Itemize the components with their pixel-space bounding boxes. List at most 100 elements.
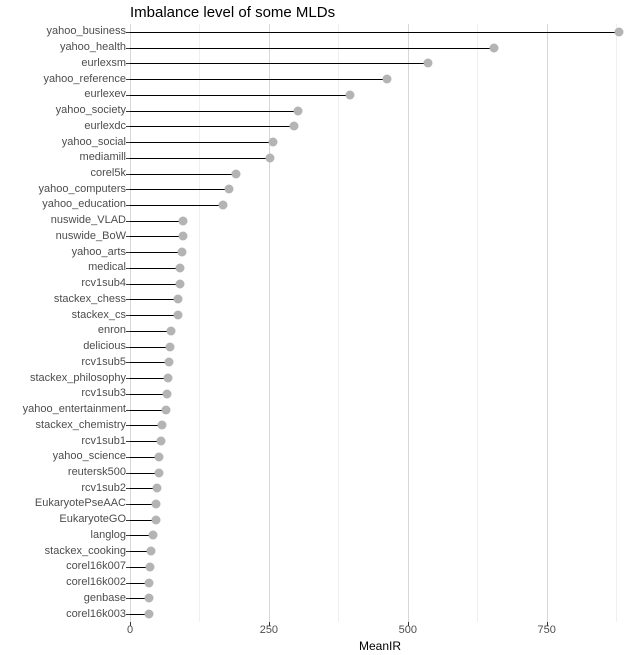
lollipop-dot	[144, 594, 153, 603]
y-tick-label: nuswide_BoW	[6, 231, 126, 242]
y-tick-mark	[126, 111, 130, 112]
y-tick-label: yahoo_entertainment	[6, 404, 126, 415]
lollipop-stem	[130, 221, 183, 222]
lollipop-dot	[151, 499, 160, 508]
lollipop-stem	[130, 95, 350, 96]
y-tick-mark	[126, 488, 130, 489]
y-tick-mark	[126, 598, 130, 599]
y-tick-mark	[126, 48, 130, 49]
lollipop-stem	[130, 126, 294, 127]
y-tick-label: stackex_philosophy	[6, 373, 126, 384]
lollipop-dot	[424, 59, 433, 68]
y-tick-mark	[126, 551, 130, 552]
y-tick-mark	[126, 535, 130, 536]
gridline	[547, 24, 548, 622]
y-tick-mark	[126, 583, 130, 584]
y-tick-mark	[126, 347, 130, 348]
y-tick-label: stackex_chemistry	[6, 420, 126, 431]
lollipop-dot	[176, 263, 185, 272]
y-tick-mark	[126, 158, 130, 159]
lollipop-stem	[130, 394, 167, 395]
y-tick-label: corel16k003	[6, 609, 126, 620]
y-tick-label: corel5k	[6, 168, 126, 179]
y-tick-mark	[126, 142, 130, 143]
lollipop-dot	[146, 562, 155, 571]
y-tick-label: stackex_chess	[6, 294, 126, 305]
lollipop-dot	[152, 484, 161, 493]
y-tick-label: yahoo_education	[6, 199, 126, 210]
lollipop-stem	[130, 63, 428, 64]
lollipop-stem	[130, 347, 170, 348]
lollipop-dot	[149, 531, 158, 540]
chart-title: Imbalance level of some MLDs	[130, 4, 335, 21]
lollipop-stem	[130, 236, 183, 237]
y-tick-label: rcv1sub3	[6, 388, 126, 399]
lollipop-dot	[147, 547, 156, 556]
lollipop-dot	[144, 610, 153, 619]
lollipop-stem	[130, 315, 178, 316]
y-tick-mark	[126, 315, 130, 316]
y-tick-label: delicious	[6, 341, 126, 352]
x-tick-mark	[130, 622, 131, 626]
y-tick-mark	[126, 378, 130, 379]
lollipop-dot	[154, 468, 163, 477]
y-tick-mark	[126, 284, 130, 285]
lollipop-stem	[130, 252, 182, 253]
y-tick-mark	[126, 174, 130, 175]
y-tick-label: nuswide_VLAD	[6, 215, 126, 226]
y-tick-mark	[126, 299, 130, 300]
y-tick-mark	[126, 205, 130, 206]
gridline	[269, 24, 270, 622]
lollipop-stem	[130, 174, 236, 175]
plot-area	[130, 24, 630, 622]
y-tick-mark	[126, 457, 130, 458]
lollipop-dot	[231, 169, 240, 178]
y-tick-label: reutersk500	[6, 467, 126, 478]
lollipop-dot	[173, 295, 182, 304]
y-tick-label: genbase	[6, 593, 126, 604]
y-tick-mark	[126, 410, 130, 411]
y-tick-label: corel16k007	[6, 561, 126, 572]
y-tick-label: yahoo_computers	[6, 184, 126, 195]
lollipop-stem	[130, 111, 298, 112]
y-tick-mark	[126, 441, 130, 442]
y-tick-mark	[126, 32, 130, 33]
y-tick-label: EukaryoteGO	[6, 514, 126, 525]
lollipop-dot	[158, 421, 167, 430]
lollipop-dot	[166, 342, 175, 351]
lollipop-dot	[154, 452, 163, 461]
y-tick-mark	[126, 189, 130, 190]
y-tick-label: corel16k002	[6, 577, 126, 588]
lollipop-stem	[130, 378, 168, 379]
lollipop-dot	[489, 43, 498, 52]
lollipop-stem	[130, 79, 387, 80]
y-tick-label: yahoo_science	[6, 451, 126, 462]
lollipop-dot	[156, 437, 165, 446]
y-tick-label: yahoo_arts	[6, 247, 126, 258]
y-tick-label: yahoo_reference	[6, 74, 126, 85]
y-tick-mark	[126, 126, 130, 127]
lollipop-dot	[294, 106, 303, 115]
lollipop-stem	[130, 32, 619, 33]
x-tick-mark	[408, 622, 409, 626]
lollipop-dot	[162, 389, 171, 398]
y-tick-label: mediamill	[6, 152, 126, 163]
y-tick-mark	[126, 520, 130, 521]
y-tick-mark	[126, 362, 130, 363]
lollipop-dot	[176, 279, 185, 288]
lollipop-stem	[130, 158, 270, 159]
y-tick-mark	[126, 394, 130, 395]
x-tick-mark	[269, 622, 270, 626]
lollipop-dot	[346, 90, 355, 99]
lollipop-dot	[289, 122, 298, 131]
lollipop-stem	[130, 189, 229, 190]
y-tick-mark	[126, 236, 130, 237]
lollipop-dot	[266, 153, 275, 162]
y-tick-label: yahoo_society	[6, 105, 126, 116]
y-tick-label: rcv1sub5	[6, 357, 126, 368]
lollipop-dot	[145, 578, 154, 587]
lollipop-chart: Imbalance level of some MLDs MeanIR 0250…	[0, 0, 640, 655]
lollipop-stem	[130, 362, 169, 363]
lollipop-dot	[269, 138, 278, 147]
y-tick-label: enron	[6, 325, 126, 336]
